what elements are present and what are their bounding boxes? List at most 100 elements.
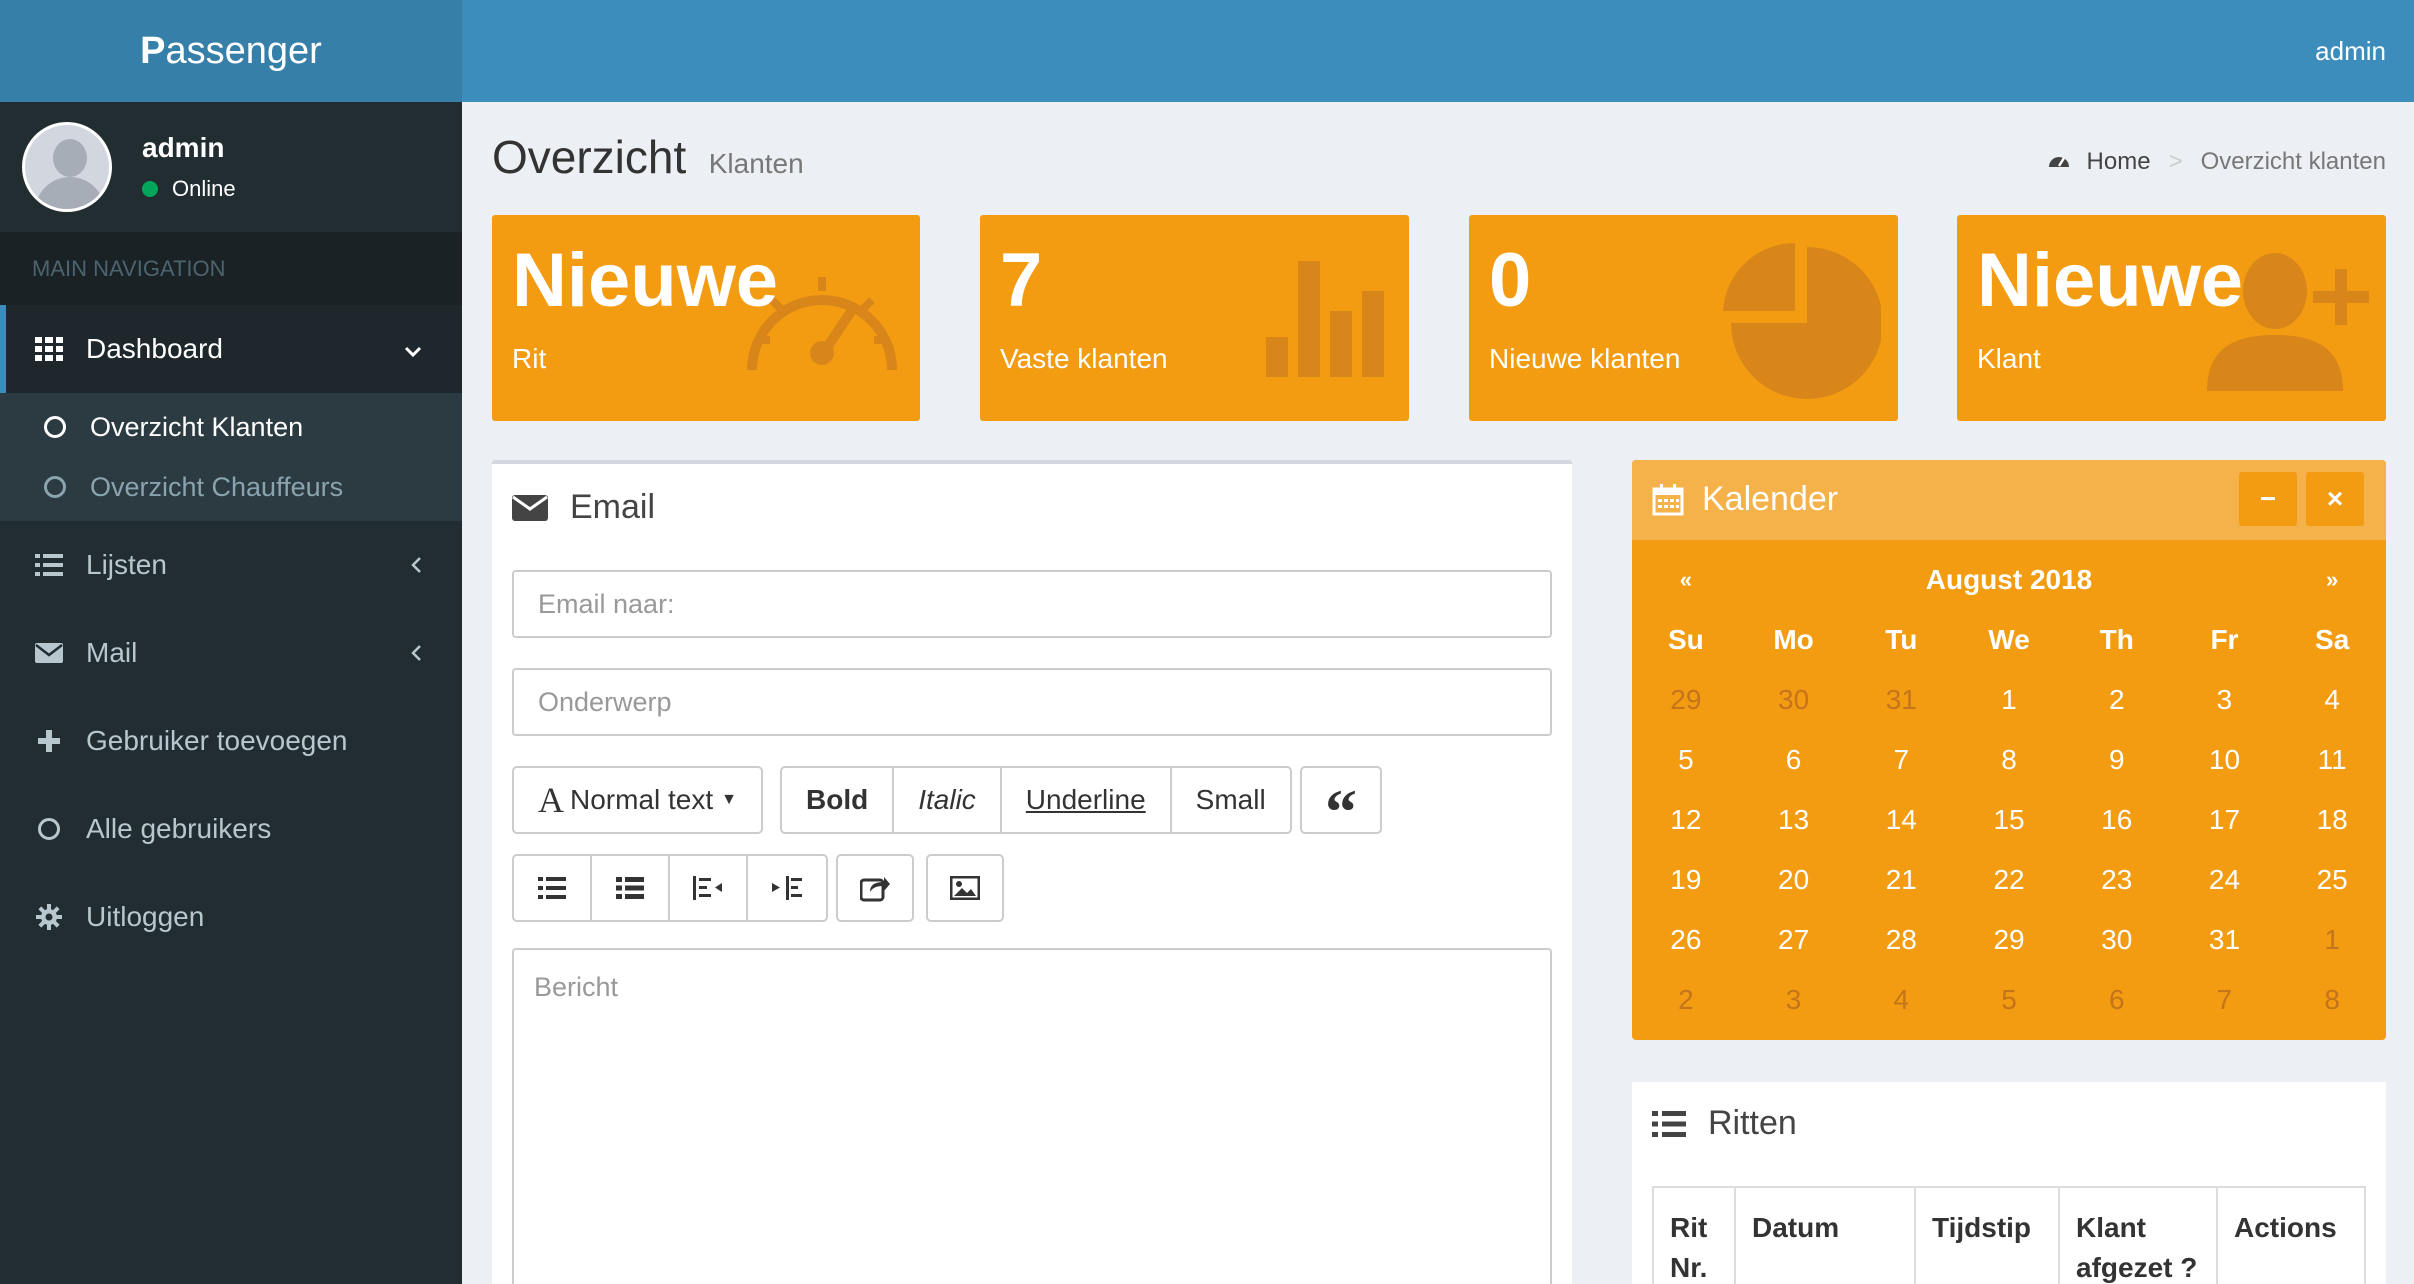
sidebar-item-mail[interactable]: Mail xyxy=(0,609,462,697)
calendar-header: Kalender − × xyxy=(1632,460,2386,540)
tile-value: Nieuwe xyxy=(512,238,779,323)
calendar-day[interactable]: 1 xyxy=(1955,684,2063,716)
sidebar-item-overzicht-klanten[interactable]: Overzicht Klanten xyxy=(0,397,462,457)
sidebar-item-dashboard[interactable]: Dashboard xyxy=(0,305,462,393)
calendar-day[interactable]: 7 xyxy=(2171,984,2279,1016)
column-header-tijdstip[interactable]: Tijdstip xyxy=(1916,1188,2060,1284)
sidebar-item-uitloggen[interactable]: Uitloggen xyxy=(0,873,462,961)
unordered-list-button[interactable] xyxy=(514,856,592,920)
outdent-icon xyxy=(693,876,722,900)
calendar-day[interactable]: 22 xyxy=(1955,864,2063,896)
calendar-day[interactable]: 29 xyxy=(1632,684,1740,716)
ritten-title: Ritten xyxy=(1652,1104,1797,1143)
top-user-menu[interactable]: admin xyxy=(2315,36,2386,67)
indent-button[interactable] xyxy=(748,856,826,920)
tile-vaste-klanten[interactable]: 7 Vaste klanten xyxy=(980,215,1409,421)
app-logo[interactable]: Passenger xyxy=(0,0,462,102)
calendar-day[interactable]: 3 xyxy=(2171,684,2279,716)
calendar-day[interactable]: 15 xyxy=(1955,804,2063,836)
calendar-prev-button[interactable]: « xyxy=(1632,567,1740,593)
sidebar-item-lijsten[interactable]: Lijsten xyxy=(0,521,462,609)
calendar-day[interactable]: 30 xyxy=(1740,684,1848,716)
calendar-day[interactable]: 2 xyxy=(1632,984,1740,1016)
calendar-day[interactable]: 7 xyxy=(1847,744,1955,776)
calendar-day[interactable]: 5 xyxy=(1955,984,2063,1016)
text-style-group: A Normal text ▼ xyxy=(512,766,763,834)
column-header-datum[interactable]: Datum xyxy=(1736,1188,1916,1284)
sidebar-item-label: Uitloggen xyxy=(86,901,205,932)
calendar-close-button[interactable]: × xyxy=(2306,472,2364,526)
calendar-day[interactable]: 4 xyxy=(1847,984,1955,1016)
pie-chart-icon xyxy=(1717,242,1883,412)
underline-button[interactable]: Underline xyxy=(1002,768,1172,832)
calendar-day[interactable]: 31 xyxy=(1847,684,1955,716)
calendar-day[interactable]: 27 xyxy=(1740,924,1848,956)
tile-nieuwe-rit[interactable]: Nieuwe Rit xyxy=(492,215,920,421)
calendar-day[interactable]: 30 xyxy=(2063,924,2171,956)
column-header-klant-afgezet[interactable]: Klant afgezet ? xyxy=(2060,1188,2218,1284)
calendar-day[interactable]: 24 xyxy=(2171,864,2279,896)
user-panel: admin Online xyxy=(0,102,462,232)
calendar-day[interactable]: 17 xyxy=(2171,804,2279,836)
calendar-day[interactable]: 9 xyxy=(2063,744,2171,776)
calendar-day[interactable]: 23 xyxy=(2063,864,2171,896)
calendar-day[interactable]: 1 xyxy=(2278,924,2386,956)
calendar-week: 19 20 21 22 23 24 25 xyxy=(1632,850,2386,910)
calendar-day[interactable]: 25 xyxy=(2278,864,2386,896)
tile-nieuwe-klant[interactable]: Nieuwe Klant xyxy=(1957,215,2386,421)
blockquote-button[interactable]: “ xyxy=(1302,768,1380,847)
calendar-icon xyxy=(1652,483,1684,516)
calendar-next-button[interactable]: » xyxy=(2278,567,2386,593)
calendar-day[interactable]: 8 xyxy=(1955,744,2063,776)
calendar-day[interactable]: 19 xyxy=(1632,864,1740,896)
calendar-day[interactable]: 2 xyxy=(2063,684,2171,716)
calendar-day[interactable]: 3 xyxy=(1740,984,1848,1016)
calendar-day[interactable]: 18 xyxy=(2278,804,2386,836)
calendar-day[interactable]: 13 xyxy=(1740,804,1848,836)
tile-nieuwe-klanten[interactable]: 0 Nieuwe klanten xyxy=(1469,215,1898,421)
calendar-day[interactable]: 31 xyxy=(2171,924,2279,956)
calendar-box: Kalender − × « August 2018 » Su Mo Tu We… xyxy=(1632,460,2386,1040)
tile-value: Nieuwe xyxy=(1977,238,2244,323)
calendar-day[interactable]: 8 xyxy=(2278,984,2386,1016)
breadcrumb-home[interactable]: Home xyxy=(2087,148,2151,176)
calendar-day[interactable]: 20 xyxy=(1740,864,1848,896)
calendar-day[interactable]: 28 xyxy=(1847,924,1955,956)
sidebar-item-alle-gebruikers[interactable]: Alle gebruikers xyxy=(0,785,462,873)
calendar-week: 5 6 7 8 9 10 11 xyxy=(1632,730,2386,790)
dashboard-submenu: Overzicht Klanten Overzicht Chauffeurs xyxy=(0,393,462,521)
sidebar-item-overzicht-chauffeurs[interactable]: Overzicht Chauffeurs xyxy=(0,457,462,517)
calendar-day[interactable]: 12 xyxy=(1632,804,1740,836)
ordered-list-button[interactable] xyxy=(592,856,670,920)
calendar-month-label[interactable]: August 2018 xyxy=(1740,564,2279,596)
column-header-actions[interactable]: Actions xyxy=(2218,1188,2364,1284)
sidebar-item-gebruiker-toevoegen[interactable]: Gebruiker toevoegen xyxy=(0,697,462,785)
calendar-day[interactable]: 11 xyxy=(2278,744,2386,776)
normal-text-dropdown[interactable]: A Normal text ▼ xyxy=(514,768,761,832)
bold-button[interactable]: Bold xyxy=(782,768,895,832)
image-icon xyxy=(950,876,980,900)
insert-image-button[interactable] xyxy=(928,856,1002,920)
italic-button[interactable]: Italic xyxy=(894,768,1002,832)
calendar-day[interactable]: 29 xyxy=(1955,924,2063,956)
calendar-day[interactable]: 10 xyxy=(2171,744,2279,776)
column-header-rit-nr[interactable]: Rit Nr. xyxy=(1654,1188,1736,1284)
outdent-button[interactable] xyxy=(670,856,748,920)
email-to-input[interactable]: Email naar: xyxy=(512,570,1552,638)
calendar-minimize-button[interactable]: − xyxy=(2239,472,2297,526)
email-subject-input[interactable]: Onderwerp xyxy=(512,668,1552,736)
calendar-day[interactable]: 21 xyxy=(1847,864,1955,896)
calendar-week: 26 27 28 29 30 31 1 xyxy=(1632,910,2386,970)
calendar-day[interactable]: 16 xyxy=(2063,804,2171,836)
link-group xyxy=(836,854,914,922)
small-button[interactable]: Small xyxy=(1172,768,1290,832)
message-textarea[interactable]: Bericht xyxy=(512,948,1552,1284)
user-status: Online xyxy=(142,176,236,202)
calendar-day[interactable]: 26 xyxy=(1632,924,1740,956)
calendar-day[interactable]: 14 xyxy=(1847,804,1955,836)
link-button[interactable] xyxy=(838,856,912,920)
calendar-day[interactable]: 4 xyxy=(2278,684,2386,716)
calendar-day[interactable]: 6 xyxy=(2063,984,2171,1016)
calendar-day[interactable]: 6 xyxy=(1740,744,1848,776)
calendar-day[interactable]: 5 xyxy=(1632,744,1740,776)
